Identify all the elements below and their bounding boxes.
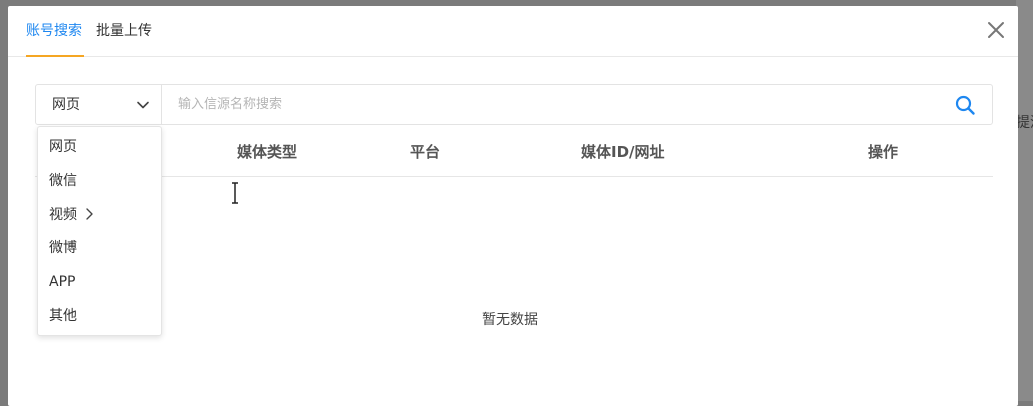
column-header-platform: 平台 <box>410 143 441 161</box>
search-bar: 网页 <box>35 84 993 125</box>
option-label: 视频 <box>49 207 77 223</box>
search-button[interactable] <box>954 94 976 116</box>
option-label: 其他 <box>49 308 77 324</box>
active-tab-indicator <box>26 55 84 57</box>
option-label: 微信 <box>49 173 77 189</box>
tab-batch-upload[interactable]: 批量上传 <box>96 21 152 41</box>
background-page <box>1016 0 1033 401</box>
account-search-dialog: 账号搜索 批量上传 网页 媒体类型 平台 媒体ID/网址 操作 暂无数据 <box>8 6 1018 406</box>
background-page-text: 提消 <box>1016 115 1033 131</box>
media-type-dropdown: 网页 微信 视频 微博 APP 其他 <box>37 126 162 336</box>
close-button[interactable] <box>984 18 1008 42</box>
chevron-down-icon <box>137 101 149 109</box>
dropdown-option-app[interactable]: APP <box>49 272 149 292</box>
option-label: APP <box>49 274 76 290</box>
text-cursor-icon <box>232 182 238 204</box>
dropdown-option-web[interactable]: 网页 <box>49 137 149 157</box>
search-icon <box>955 95 975 115</box>
dropdown-option-video[interactable]: 视频 <box>49 205 149 225</box>
dropdown-option-weibo[interactable]: 微博 <box>49 238 149 258</box>
option-label: 网页 <box>49 139 77 155</box>
column-header-media-id: 媒体ID/网址 <box>581 143 665 161</box>
chevron-right-icon <box>86 208 94 220</box>
close-icon <box>988 22 1004 38</box>
option-label: 微博 <box>49 240 77 256</box>
column-header-media-type: 媒体类型 <box>237 143 298 161</box>
dialog-tabs: 账号搜索 批量上传 <box>8 6 1018 57</box>
media-type-select[interactable]: 网页 <box>36 85 162 124</box>
source-name-search-input[interactable] <box>163 85 943 124</box>
empty-state-text: 暂无数据 <box>482 312 538 328</box>
tab-account-search[interactable]: 账号搜索 <box>26 21 82 41</box>
column-header-actions: 操作 <box>868 143 899 161</box>
dropdown-option-wechat[interactable]: 微信 <box>49 171 149 191</box>
results-table-header: 媒体类型 平台 媒体ID/网址 操作 <box>35 132 993 177</box>
dropdown-option-other[interactable]: 其他 <box>49 306 149 326</box>
media-type-select-value: 网页 <box>52 97 80 113</box>
